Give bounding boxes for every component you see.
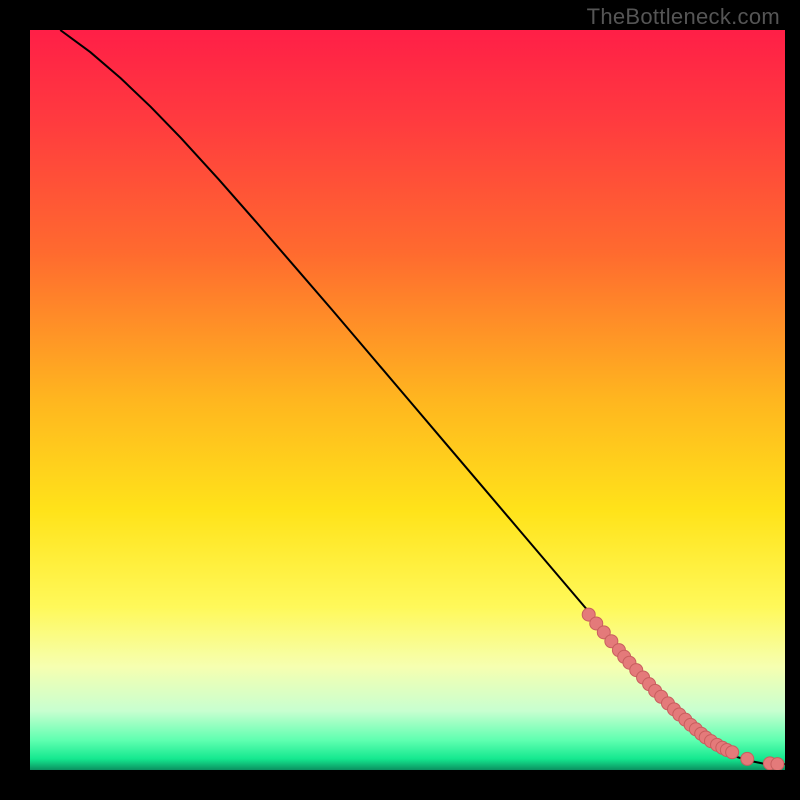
watermark-text: TheBottleneck.com	[587, 4, 780, 30]
data-point	[771, 758, 784, 770]
plot-area	[30, 30, 785, 770]
chart-overlay	[30, 30, 785, 770]
data-point	[726, 746, 739, 759]
data-points-group	[582, 608, 784, 770]
data-point	[741, 752, 754, 765]
bottleneck-curve	[60, 30, 785, 764]
